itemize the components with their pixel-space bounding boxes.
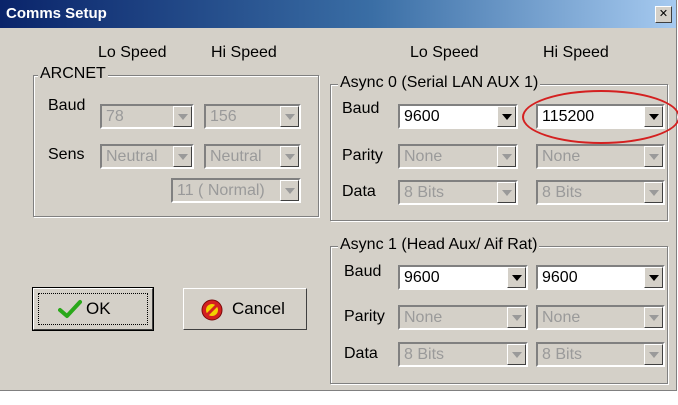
close-button[interactable]: ✕ [655, 6, 672, 23]
arcnet-mode-select[interactable]: 11 ( Normal) [171, 178, 301, 203]
arcnet-lo-speed-header: Lo Speed [98, 44, 167, 61]
async1-parity-lo-select[interactable]: None [398, 305, 528, 330]
arcnet-baud-hi-select[interactable]: 156 [204, 104, 301, 129]
async1-parity-hi-value: None [542, 309, 581, 326]
dropdown-arrow-icon[interactable] [497, 182, 516, 203]
async1-parity-lo-value: None [404, 309, 443, 326]
highlight-circle-annotation [522, 90, 678, 144]
async0-parity-lo-select[interactable]: None [398, 144, 518, 169]
async1-data-hi-value: 8 Bits [542, 346, 583, 363]
arcnet-group-title: ARCNET [38, 65, 108, 83]
dropdown-arrow-icon[interactable] [644, 146, 663, 167]
arcnet-sens-lo-select[interactable]: Neutral [100, 144, 194, 169]
dropdown-arrow-icon[interactable] [280, 180, 299, 201]
dropdown-arrow-icon[interactable] [173, 106, 192, 127]
dropdown-arrow-icon[interactable] [280, 146, 299, 167]
async0-data-label: Data [342, 183, 376, 200]
dropdown-arrow-icon[interactable] [644, 344, 663, 365]
cancel-button-label: Cancel [232, 299, 285, 318]
dropdown-arrow-icon[interactable] [507, 267, 526, 288]
dropdown-arrow-icon[interactable] [173, 146, 192, 167]
arcnet-sens-lo-value: Neutral [106, 148, 158, 165]
cancel-icon [201, 299, 223, 321]
async0-parity-hi-select[interactable]: None [536, 144, 665, 169]
checkmark-icon [58, 300, 82, 318]
async0-baud-lo-value: 9600 [404, 108, 440, 125]
ok-button-label: OK [86, 299, 111, 318]
arcnet-sens-label: Sens [48, 146, 85, 163]
window-title: Comms Setup [6, 5, 107, 22]
arcnet-sens-hi-value: Neutral [210, 148, 262, 165]
async1-parity-label: Parity [344, 308, 385, 325]
async-lo-speed-header: Lo Speed [410, 44, 479, 61]
ok-button[interactable]: OK [32, 287, 154, 331]
async1-data-hi-select[interactable]: 8 Bits [536, 342, 665, 367]
async1-baud-lo-select[interactable]: 9600 [398, 265, 528, 290]
arcnet-mode-value: 11 ( Normal) [177, 182, 265, 199]
arcnet-baud-lo-value: 78 [106, 108, 124, 125]
async1-baud-label: Baud [344, 263, 382, 280]
async0-data-hi-value: 8 Bits [542, 184, 583, 201]
async1-group-title: Async 1 (Head Aux/ Aif Rat) [338, 236, 540, 254]
async0-data-lo-select[interactable]: 8 Bits [398, 180, 518, 205]
dropdown-arrow-icon[interactable] [644, 182, 663, 203]
async0-group-title: Async 0 (Serial LAN AUX 1) [338, 74, 541, 92]
arcnet-baud-lo-select[interactable]: 78 [100, 104, 194, 129]
async0-data-hi-select[interactable]: 8 Bits [536, 180, 665, 205]
dropdown-arrow-icon[interactable] [644, 267, 663, 288]
async1-baud-hi-select[interactable]: 9600 [536, 265, 665, 290]
dropdown-arrow-icon[interactable] [507, 344, 526, 365]
async-hi-speed-header: Hi Speed [543, 44, 609, 61]
async0-baud-lo-select[interactable]: 9600 [398, 104, 518, 129]
async1-data-lo-select[interactable]: 8 Bits [398, 342, 528, 367]
async1-data-label: Data [344, 345, 378, 362]
arcnet-sens-hi-select[interactable]: Neutral [204, 144, 301, 169]
arcnet-baud-label: Baud [48, 97, 86, 114]
async0-parity-lo-value: None [404, 148, 443, 165]
async0-parity-hi-value: None [542, 148, 581, 165]
async1-baud-lo-value: 9600 [404, 269, 440, 286]
async1-baud-hi-value: 9600 [542, 269, 578, 286]
dropdown-arrow-icon[interactable] [507, 307, 526, 328]
dropdown-arrow-icon[interactable] [644, 307, 663, 328]
comms-setup-dialog: Comms Setup ✕ Lo Speed Hi Speed Lo Speed… [0, 0, 678, 391]
arcnet-baud-hi-value: 156 [210, 108, 237, 125]
async0-parity-label: Parity [342, 147, 383, 164]
dropdown-arrow-icon[interactable] [497, 106, 516, 127]
async1-data-lo-value: 8 Bits [404, 346, 445, 363]
dropdown-arrow-icon[interactable] [497, 146, 516, 167]
cancel-button[interactable]: Cancel [183, 288, 307, 330]
arcnet-hi-speed-header: Hi Speed [211, 44, 277, 61]
async0-baud-label: Baud [342, 100, 380, 117]
async0-data-lo-value: 8 Bits [404, 184, 445, 201]
dropdown-arrow-icon[interactable] [280, 106, 299, 127]
title-bar: Comms Setup ✕ [0, 0, 676, 28]
async1-parity-hi-select[interactable]: None [536, 305, 665, 330]
